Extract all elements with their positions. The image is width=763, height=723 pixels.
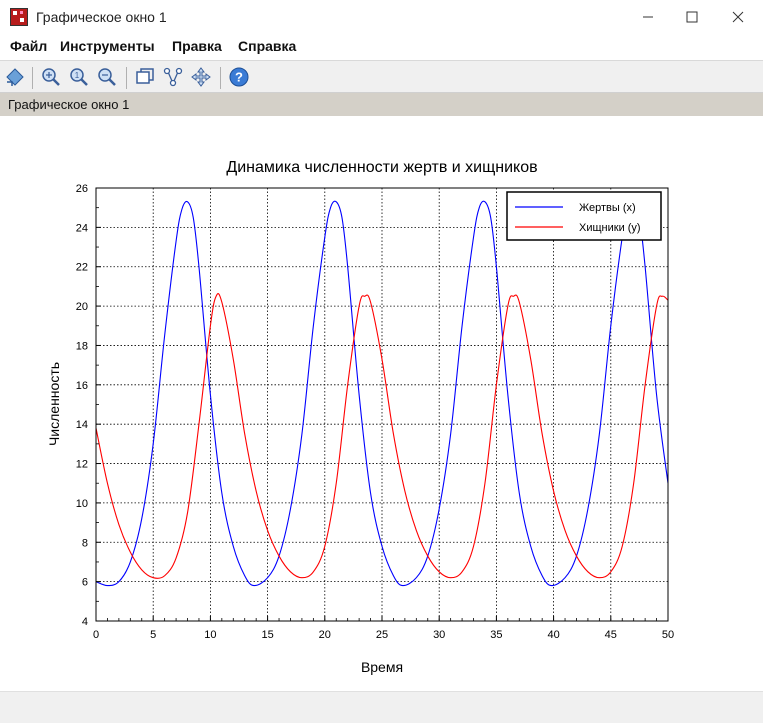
toolbar: 1 ? xyxy=(0,60,763,93)
menu-help[interactable]: Справка xyxy=(238,38,296,54)
rotate-icon xyxy=(6,68,24,86)
window-title: Графическое окно 1 xyxy=(36,9,167,25)
zoom-in-icon xyxy=(42,68,60,86)
grid xyxy=(96,188,668,621)
x-tick-label: 10 xyxy=(204,629,216,641)
x-tick-label: 30 xyxy=(433,629,445,641)
y-tick-label: 4 xyxy=(82,616,88,628)
x-tick-label: 45 xyxy=(605,629,617,641)
x-tick-label: 25 xyxy=(376,629,388,641)
x-tick-label: 0 xyxy=(93,629,99,641)
toolbar-separator xyxy=(126,67,127,89)
plot-area[interactable]: Динамика численности жертв и хищников Вр… xyxy=(0,116,763,691)
y-tick-label: 16 xyxy=(76,380,88,392)
menu-file[interactable]: Файл xyxy=(10,38,47,54)
x-tick-label: 50 xyxy=(662,629,674,641)
figure-label: Графическое окно 1 xyxy=(8,97,130,112)
maximize-button[interactable] xyxy=(669,0,715,34)
svg-text:?: ? xyxy=(235,70,243,85)
x-tick-label: 5 xyxy=(150,629,156,641)
y-tick-label: 12 xyxy=(76,459,88,471)
zoom-reset-icon: 1 xyxy=(70,68,88,86)
minimize-button[interactable] xyxy=(625,0,671,34)
close-icon xyxy=(732,11,744,23)
y-tick-label: 10 xyxy=(76,498,88,510)
bottom-bar xyxy=(0,691,763,723)
scilab-app-icon xyxy=(10,8,28,26)
pan-button[interactable] xyxy=(190,66,212,88)
legend[interactable]: Жертвы (x) Хищники (у) xyxy=(506,191,662,241)
window-titlebar: Графическое окно 1 xyxy=(0,0,763,34)
pan-icon xyxy=(191,67,211,87)
zoom-in-button[interactable] xyxy=(40,66,62,88)
x-tick-label: 20 xyxy=(319,629,331,641)
datatip-button[interactable] xyxy=(134,66,156,88)
y-tick-label: 8 xyxy=(82,537,88,549)
y-tick-label: 6 xyxy=(82,577,88,589)
toolbar-separator xyxy=(32,67,33,89)
x-tick-label: 35 xyxy=(490,629,502,641)
graph-editor-icon xyxy=(163,67,183,87)
zoom-reset-button[interactable]: 1 xyxy=(68,66,90,88)
help-icon: ? xyxy=(229,67,249,87)
tick-layer: 0 5 10 15 20 25 30 35 40 45 50 4 6 8 10 12 14 16 18 20 22 24 2… xyxy=(76,183,674,641)
maximize-icon xyxy=(686,11,698,23)
help-button[interactable]: ? xyxy=(228,66,250,88)
chart-title: Динамика численности жертв и хищников xyxy=(226,159,537,176)
y-tick-label: 24 xyxy=(76,222,88,234)
zoom-out-button[interactable] xyxy=(96,66,118,88)
y-tick-label: 22 xyxy=(76,262,88,274)
menu-edit[interactable]: Правка xyxy=(172,38,222,54)
zoom-out-icon xyxy=(98,68,116,86)
y-tick-label: 18 xyxy=(76,340,88,352)
menu-tools[interactable]: Инструменты xyxy=(60,38,155,54)
x-tick-label: 40 xyxy=(547,629,559,641)
rotate-button[interactable] xyxy=(4,66,26,88)
toolbar-separator xyxy=(220,67,221,89)
y-tick-label: 20 xyxy=(76,301,88,313)
graph-editor-button[interactable] xyxy=(162,66,184,88)
x-tick-label: 15 xyxy=(261,629,273,641)
close-button[interactable] xyxy=(715,0,761,34)
legend-label: Хищники (у) xyxy=(579,222,641,234)
datatip-icon xyxy=(136,68,154,84)
y-tick-label: 14 xyxy=(76,419,88,431)
y-axis-label: Численность xyxy=(46,362,62,446)
y-tick-label: 26 xyxy=(76,183,88,195)
minimize-icon xyxy=(643,16,653,18)
x-axis-label: Время xyxy=(361,659,403,675)
svg-text:1: 1 xyxy=(75,71,80,80)
legend-label: Жертвы (x) xyxy=(579,202,636,214)
